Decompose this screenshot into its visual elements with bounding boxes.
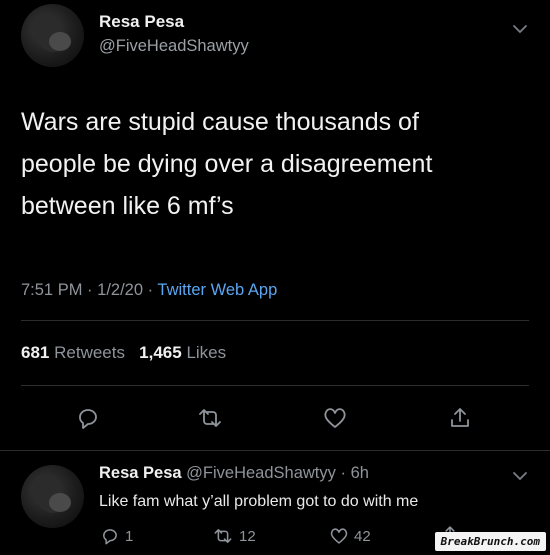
reply-author-handle[interactable]: @FiveHeadShawtyy xyxy=(186,464,336,482)
tweet-text: Wars are stupid cause thousands of peopl… xyxy=(21,101,521,227)
engagement-stats: 681 Retweets 1,465 Likes xyxy=(21,343,226,363)
reply-age: · 6h xyxy=(340,464,369,482)
retweet-count: 12 xyxy=(239,527,256,545)
watermark: BreakBrunch.com xyxy=(434,532,546,551)
retweets-label: Retweets xyxy=(54,343,125,362)
divider xyxy=(21,320,529,321)
tweet-time: 7:51 PM xyxy=(21,281,83,299)
retweet-icon xyxy=(199,409,221,427)
like-icon xyxy=(324,408,346,428)
share-button[interactable] xyxy=(445,403,475,433)
tweet-date: 1/2/20 xyxy=(97,281,144,299)
like-count: 42 xyxy=(354,527,371,545)
chevron-down-icon[interactable] xyxy=(512,471,528,481)
retweets-count: 681 xyxy=(21,343,50,362)
reply-author-name[interactable]: Resa Pesa xyxy=(99,464,182,482)
tweet-text-line: between like 6 mf’s xyxy=(21,192,234,220)
tweet-meta: 7:51 PM · 1/2/20 · Twitter Web App xyxy=(21,281,277,300)
tweet-text-line: people be dying over a disagreement xyxy=(21,150,433,178)
reply-author-avatar[interactable] xyxy=(21,465,84,528)
likes-stat[interactable]: 1,465 Likes xyxy=(139,343,226,362)
likes-label: Likes xyxy=(186,343,227,362)
retweets-stat[interactable]: 681 Retweets xyxy=(21,343,125,362)
reply-icon xyxy=(79,409,97,429)
reply-icon xyxy=(103,529,117,545)
chevron-down-icon[interactable] xyxy=(512,24,528,34)
reply-count: 1 xyxy=(125,527,134,545)
reply-reply-button[interactable]: 1 xyxy=(100,526,133,546)
reply-text: Like fam what y’all problem got to do wi… xyxy=(99,493,419,510)
divider xyxy=(0,450,550,451)
like-button[interactable] xyxy=(320,403,350,433)
meta-separator: · xyxy=(87,281,93,299)
reply-like-button[interactable]: 42 xyxy=(329,526,371,546)
reply-retweet-button[interactable]: 12 xyxy=(212,526,256,546)
retweet-icon xyxy=(214,529,232,543)
tweet-text-line: Wars are stupid cause thousands of xyxy=(21,108,419,136)
retweet-button[interactable] xyxy=(195,403,225,433)
divider xyxy=(21,385,529,386)
author-handle[interactable]: @FiveHeadShawtyy xyxy=(99,37,249,56)
reply-header: Resa Pesa @FiveHeadShawtyy · 6h xyxy=(99,464,369,483)
share-icon xyxy=(451,408,469,427)
source-app-link[interactable]: Twitter Web App xyxy=(157,281,277,299)
author-avatar[interactable] xyxy=(21,4,84,67)
reply-button[interactable] xyxy=(73,403,103,433)
like-icon xyxy=(330,528,348,544)
likes-count: 1,465 xyxy=(139,343,182,362)
meta-separator: · xyxy=(147,281,154,299)
author-name[interactable]: Resa Pesa xyxy=(99,12,184,32)
